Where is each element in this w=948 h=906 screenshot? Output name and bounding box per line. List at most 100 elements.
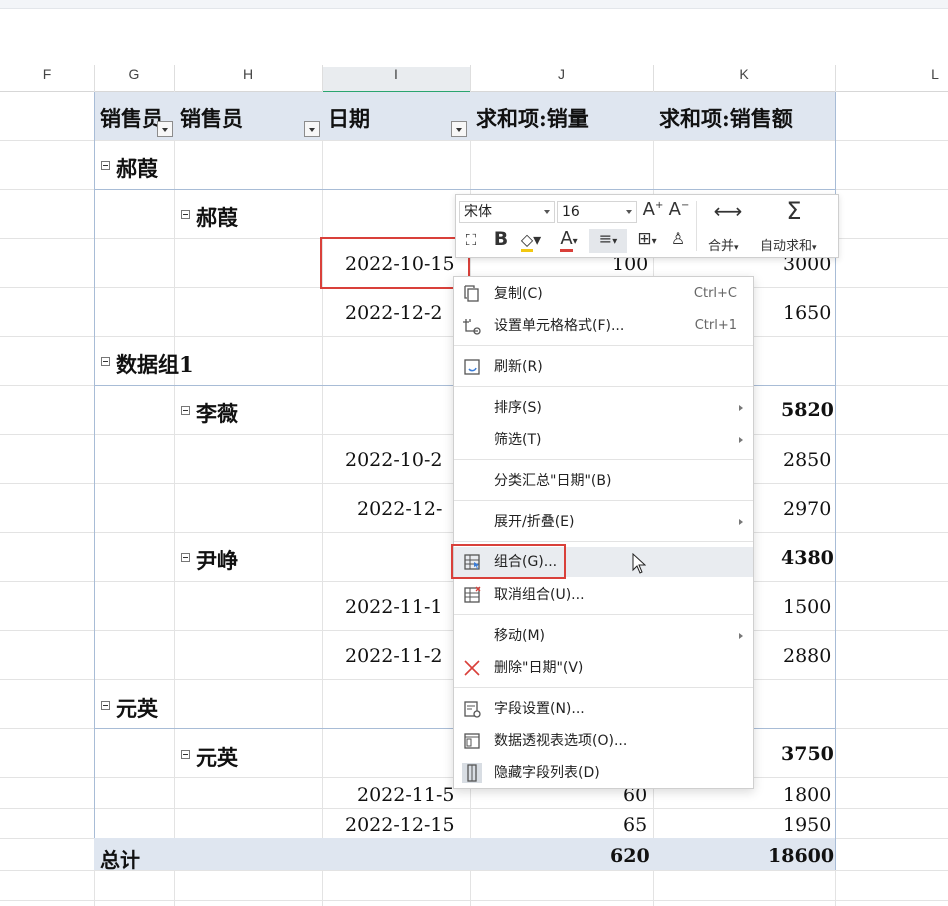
font-size-value: 16 <box>562 204 580 220</box>
menu-label: 隐藏字段列表(D) <box>494 765 600 781</box>
collapse-toggle-icon[interactable] <box>101 701 110 710</box>
context-menu: 复制(C) Ctrl+C 设置单元格格式(F)... Ctrl+1 刷新(R) … <box>453 276 754 789</box>
amount-cell[interactable]: 2880 <box>783 645 831 667</box>
menu-shortcut: Ctrl+1 <box>694 318 737 333</box>
date-cell[interactable]: 2022-11-5 <box>357 784 454 806</box>
pivot-options-icon <box>464 733 480 749</box>
menu-label: 刷新(R) <box>494 359 543 375</box>
salesperson-label: 李薇 <box>196 401 238 426</box>
menu-item-copy[interactable]: 复制(C) Ctrl+C <box>454 279 753 309</box>
menu-item-ungroup[interactable]: 取消组合(U)... <box>454 580 753 610</box>
amount-cell[interactable]: 1650 <box>783 302 831 324</box>
column-header-row: F G H I J K L <box>0 57 948 93</box>
menu-label: 取消组合(U)... <box>494 587 585 603</box>
menu-item-delete[interactable]: 删除"日期"(V) <box>454 653 753 683</box>
collapse-toggle-icon[interactable] <box>181 406 190 415</box>
menu-item-refresh[interactable]: 刷新(R) <box>454 352 753 382</box>
qty-cell[interactable]: 65 <box>623 814 647 836</box>
filter-dropdown-date[interactable] <box>451 121 467 137</box>
menu-label: 排序(S) <box>494 400 542 416</box>
font-name-select[interactable]: 宋体 <box>459 201 555 223</box>
menu-label: 展开/折叠(E) <box>494 514 575 530</box>
collapse-toggle-icon[interactable] <box>181 210 190 219</box>
amount-cell[interactable]: 2970 <box>783 498 831 520</box>
autosum-label: 自动求和 <box>760 239 813 254</box>
filter-dropdown-salesperson-1[interactable] <box>157 121 173 137</box>
copy-icon <box>464 285 479 302</box>
column-header-h[interactable]: H <box>174 57 322 91</box>
autosum-icon[interactable]: Σ <box>774 197 814 225</box>
increase-font-icon[interactable]: A+ <box>642 199 664 220</box>
pivot-header-sum-qty: 求和项:销量 <box>476 106 589 131</box>
menu-item-expand-collapse[interactable]: 展开/折叠(E) <box>454 507 753 537</box>
date-cell[interactable]: 2022-10-2 <box>345 449 442 471</box>
group-label: 元英 <box>116 696 158 721</box>
font-color-icon[interactable]: A▾ <box>555 228 583 252</box>
amount-cell[interactable]: 1500 <box>783 596 831 618</box>
menu-item-format-cells[interactable]: 设置单元格格式(F)... Ctrl+1 <box>454 311 753 341</box>
collapse-toggle-icon[interactable] <box>101 357 110 366</box>
menu-item-move[interactable]: 移动(M) <box>454 621 753 651</box>
grand-total-qty[interactable]: 620 <box>610 845 650 867</box>
subtotal-amount[interactable]: 3750 <box>781 743 834 765</box>
salesperson-label: 元英 <box>196 745 238 770</box>
menu-item-hide-field-list[interactable]: 隐藏字段列表(D) <box>454 758 753 788</box>
column-header-j[interactable]: J <box>470 57 653 91</box>
bold-icon[interactable]: B <box>491 228 511 250</box>
autosum-button[interactable]: 自动求和▾ <box>760 235 817 254</box>
format-painter-icon[interactable]: ♙ <box>668 229 688 248</box>
align-center-icon[interactable]: ≡▾ <box>589 229 627 253</box>
date-cell[interactable]: 2022-11-2 <box>345 645 442 667</box>
date-cell[interactable]: 2022-11-1 <box>345 596 442 618</box>
amount-cell[interactable]: 1950 <box>783 814 831 836</box>
highlight-box-group <box>451 544 566 579</box>
grand-total-label: 总计 <box>100 848 140 872</box>
collapse-toggle-icon[interactable] <box>101 161 110 170</box>
pivot-header-date: 日期 <box>328 106 370 131</box>
column-header-g[interactable]: G <box>94 57 174 91</box>
column-header-i[interactable]: I <box>322 57 470 91</box>
menu-item-sort[interactable]: 排序(S) <box>454 393 753 423</box>
column-header-k[interactable]: K <box>653 57 835 91</box>
column-header-f[interactable]: F <box>0 57 94 91</box>
menu-shortcut: Ctrl+C <box>693 286 737 301</box>
filter-dropdown-salesperson-2[interactable] <box>304 121 320 137</box>
font-size-select[interactable]: 16 <box>557 201 637 223</box>
merge-icon[interactable]: ⟷ <box>706 199 750 223</box>
merge-button[interactable]: 合并▾ <box>708 235 739 254</box>
menu-label: 字段设置(N)... <box>494 701 585 717</box>
menu-item-filter[interactable]: 筛选(T) <box>454 425 753 455</box>
amount-cell[interactable]: 1800 <box>783 784 831 806</box>
format-cells-icon <box>463 319 481 335</box>
submenu-arrow-icon <box>739 633 743 639</box>
grand-total-amount[interactable]: 18600 <box>768 845 834 867</box>
menu-label: 删除"日期"(V) <box>494 660 584 676</box>
decrease-font-icon[interactable]: A− <box>668 199 690 220</box>
border-icon[interactable]: ⊞▾ <box>631 229 663 249</box>
menu-item-pivot-options[interactable]: 数据透视表选项(O)... <box>454 726 753 756</box>
submenu-arrow-icon <box>739 519 743 525</box>
collapse-toggle-icon[interactable] <box>181 750 190 759</box>
pivot-header-salesperson-2: 销售员 <box>180 106 243 131</box>
menu-label: 复制(C) <box>494 286 543 302</box>
menu-item-subtotal[interactable]: 分类汇总"日期"(B) <box>454 466 753 496</box>
collapse-toggle-icon[interactable] <box>181 553 190 562</box>
formula-bar-area <box>0 0 948 58</box>
group-label: 郝葭 <box>116 156 158 181</box>
date-cell[interactable]: 2022-12-15 <box>345 814 455 836</box>
grand-total-band <box>94 838 835 870</box>
amount-cell[interactable]: 2850 <box>783 449 831 471</box>
ungroup-icon <box>464 586 481 603</box>
font-name-value: 宋体 <box>464 204 492 220</box>
menu-item-field-settings[interactable]: 字段设置(N)... <box>454 694 753 724</box>
fill-color-icon[interactable]: ◇▾ <box>517 230 545 252</box>
subtotal-amount[interactable]: 4380 <box>781 547 834 569</box>
merge-label: 合并 <box>708 239 735 254</box>
salesperson-label: 尹峥 <box>196 548 238 573</box>
date-cell[interactable]: 2022-12-2 <box>345 302 442 324</box>
column-header-l[interactable]: L <box>835 57 948 91</box>
mini-toolbar: 宋体 16 A+ A− ⛶ B ◇▾ A▾ ≡▾ ⊞▾ ♙ ⟷ 合并▾ Σ 自动… <box>455 194 839 258</box>
date-cell[interactable]: 2022-12- <box>357 498 442 520</box>
select-icon[interactable]: ⛶ <box>461 231 481 249</box>
subtotal-amount[interactable]: 5820 <box>781 399 834 421</box>
